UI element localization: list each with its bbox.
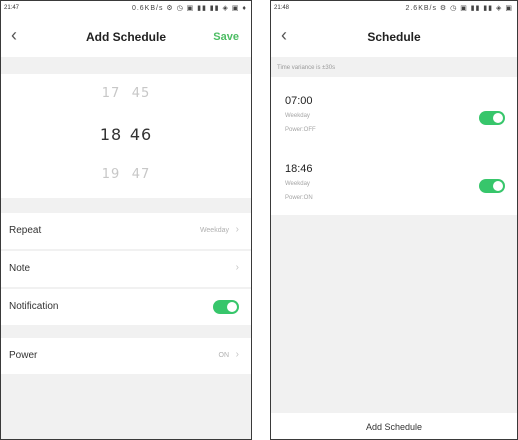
picker-row-selected[interactable]: 18 46 [1, 125, 251, 144]
time-variance-note: Time variance is ±30s [277, 65, 336, 71]
toggle-knob [493, 181, 503, 191]
repeat-value: Weekday [199, 227, 229, 234]
chevron-right-icon: › [235, 262, 239, 273]
power-label: Power [9, 350, 38, 361]
picker-row-prev[interactable]: 17 45 [1, 86, 251, 101]
picker-hour: 19 [101, 167, 121, 182]
chevron-right-icon: › [235, 349, 239, 360]
schedule-item[interactable]: 18:46 Weekday Power:ON [271, 145, 517, 215]
power-value: ON [218, 352, 230, 359]
note-row[interactable]: Note › [1, 251, 251, 287]
page-title: Schedule [367, 30, 421, 44]
status-time: 21:48 [274, 5, 290, 11]
schedule-power: Power:OFF [285, 127, 316, 133]
note-label: Note [9, 263, 31, 274]
notification-row: Notification [1, 289, 251, 325]
schedule-time: 18:46 [285, 163, 313, 175]
status-icons: 0.6KB/s ⚙ ◷ ▣ ▮▮ ▮▮ ◈ ▣ ♦ [131, 5, 247, 12]
notification-toggle[interactable] [213, 300, 239, 314]
picker-hour: 17 [101, 86, 121, 101]
status-time: 21:47 [4, 5, 20, 11]
add-schedule-button[interactable]: Add Schedule [271, 413, 517, 439]
picker-minute: 45 [131, 86, 151, 101]
power-row[interactable]: Power ON › [1, 338, 251, 374]
schedule-time: 07:00 [285, 95, 313, 107]
toggle-knob [227, 302, 237, 312]
save-button[interactable]: Save [213, 31, 239, 43]
nav-bar: ‹ Schedule [271, 17, 517, 57]
schedule-toggle[interactable] [479, 111, 505, 125]
picker-row-next[interactable]: 19 47 [1, 167, 251, 182]
chevron-right-icon: › [235, 224, 239, 235]
notification-label: Notification [9, 301, 59, 312]
schedule-toggle[interactable] [479, 179, 505, 193]
schedule-power: Power:ON [285, 195, 313, 201]
schedule-repeat: Weekday [285, 181, 310, 187]
schedule-list: 07:00 Weekday Power:OFF 18:46 Weekday Po… [271, 77, 517, 215]
time-picker[interactable]: 17 45 18 46 19 47 [1, 74, 251, 198]
nav-bar: ‹ Add Schedule Save [1, 17, 251, 57]
repeat-label: Repeat [9, 225, 42, 236]
repeat-row[interactable]: Repeat Weekday › [1, 213, 251, 249]
schedule-repeat: Weekday [285, 113, 310, 119]
status-bar: 21:47 0.6KB/s ⚙ ◷ ▣ ▮▮ ▮▮ ◈ ▣ ♦ [1, 1, 251, 17]
picker-minute: 47 [131, 167, 151, 182]
picker-hour: 18 [99, 125, 123, 144]
add-schedule-screen: 21:47 0.6KB/s ⚙ ◷ ▣ ▮▮ ▮▮ ◈ ▣ ♦ ‹ Add Sc… [0, 0, 252, 440]
status-icons: 2.6KB/s ⚙ ◷ ▣ ▮▮ ▮▮ ◈ ▣ [405, 5, 513, 12]
toggle-knob [493, 113, 503, 123]
schedule-item[interactable]: 07:00 Weekday Power:OFF [271, 77, 517, 147]
status-bar: 21:48 2.6KB/s ⚙ ◷ ▣ ▮▮ ▮▮ ◈ ▣ [271, 1, 517, 17]
picker-minute: 46 [129, 125, 153, 144]
schedule-screen: 21:48 2.6KB/s ⚙ ◷ ▣ ▮▮ ▮▮ ◈ ▣ ‹ Schedule… [270, 0, 518, 440]
